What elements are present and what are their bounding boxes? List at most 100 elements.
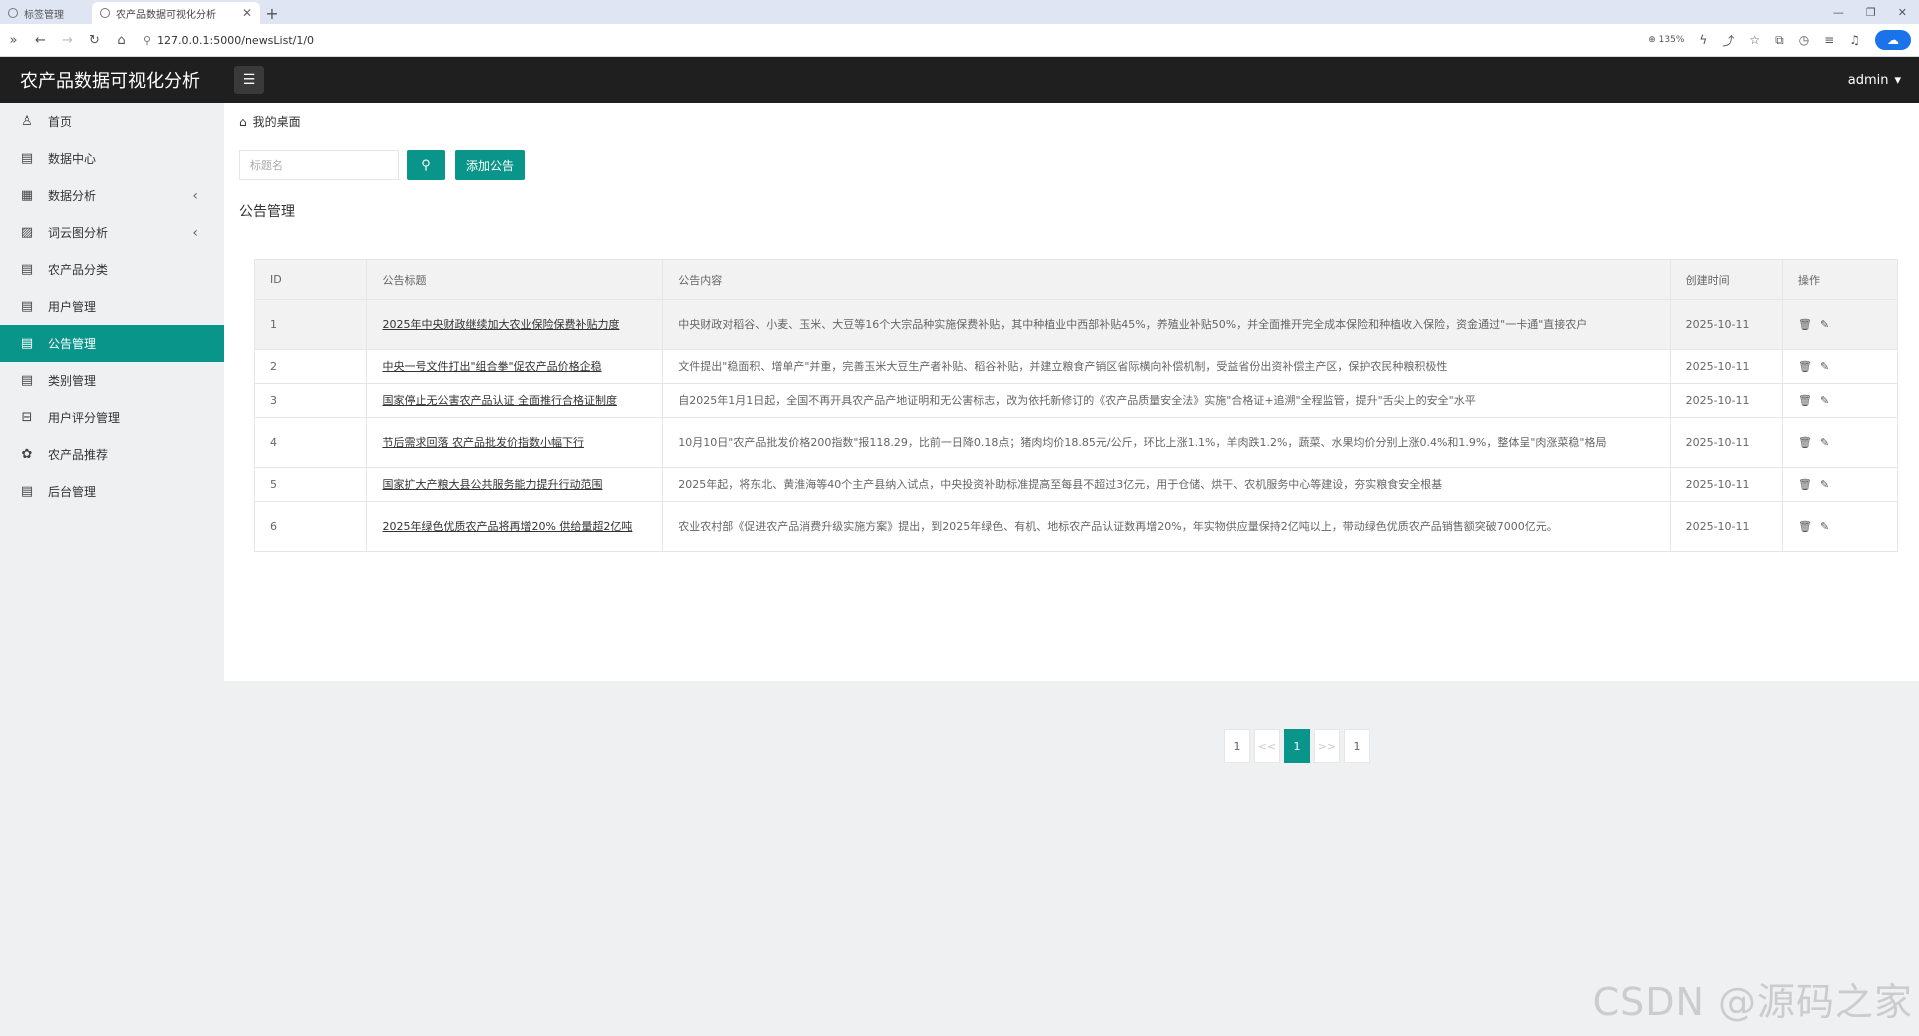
column-header-id: ID [253,259,368,300]
cell-id: 3 [253,383,368,418]
plant-icon: ✿ [21,447,33,462]
sidebar-item-label: 农产品推荐 [48,448,109,462]
tab-favicon-icon [100,8,110,18]
forward-icon[interactable]: → [54,33,81,48]
cell-date: 2025-10-11 [1669,417,1784,468]
menu-icon[interactable]: ≡ [1824,33,1834,47]
menu-toggle-button[interactable]: ☰ [234,66,264,94]
user-menu[interactable]: admin ▾ [1848,73,1901,88]
page-last-button[interactable]: 1 [1344,729,1370,763]
sidebar-item-data-center[interactable]: ▤ 数据中心 [0,140,224,177]
table-header-row: ID 公告标题 公告内容 创建时间 操作 [253,259,1898,300]
history-icon[interactable]: ◷ [1799,33,1809,47]
sidebar-item-rating-management[interactable]: ⊟ 用户评分管理 [0,399,224,436]
cell-content: 10月10日"农产品批发价格200指数"报118.29，比前一日降0.18点；猪… [662,417,1671,468]
delete-icon[interactable]: 🗑 [1798,315,1812,335]
chevron-left-icon: ‹ [192,224,198,241]
sidebar-item-label: 农产品分类 [48,263,109,277]
table-row: 3 国家停止无公害农产品认证 全面推行合格证制度 自2025年1月1日起，全国不… [253,383,1898,418]
tab-favicon-icon [8,8,18,18]
reload-icon[interactable]: ↻ [81,33,108,48]
sidebar-item-category-management[interactable]: ▤ 类别管理 [0,362,224,399]
notice-title-link[interactable]: 2025年中央财政继续加大农业保险保费补贴力度 [382,318,619,331]
document-icon: ▤ [20,262,34,277]
home-icon[interactable]: ⌂ [239,115,247,129]
back-icon[interactable]: ← [27,33,54,48]
close-window-icon[interactable]: ✕ [1898,6,1907,19]
sidebar-toggle-icon[interactable]: » [0,33,27,48]
app-header: 农产品数据可视化分析 ☰ admin ▾ [0,57,1919,103]
notification-icon[interactable]: ♫ [1849,33,1860,47]
search-icon: ⚲ [421,157,431,172]
zoom-indicator[interactable]: ⊕ 135% [1648,35,1684,45]
lightning-icon[interactable]: ϟ [1699,33,1707,47]
page-prev-button[interactable]: << [1254,729,1280,763]
sidebar-item-home[interactable]: ♙ 首页 [0,103,224,140]
sidebar-item-notice-management[interactable]: ▤ 公告管理 [0,325,224,362]
chevron-left-icon: ‹ [192,187,198,204]
notice-title-link[interactable]: 中央一号文件打出"组合拳"促农产品价格企稳 [382,360,601,373]
sidebar-item-admin[interactable]: ▤ 后台管理 [0,473,224,510]
cell-title: 国家扩大产粮大县公共服务能力提升行动范围 [366,467,664,502]
close-tab-icon[interactable]: ✕ [242,6,252,20]
sidebar-item-recommendation[interactable]: ✿ 农产品推荐 [0,436,224,473]
notice-title-link[interactable]: 国家停止无公害农产品认证 全面推行合格证制度 [382,394,617,407]
notice-title-link[interactable]: 2025年绿色优质农产品将再增20% 供给量超2亿吨 [382,520,632,533]
image-icon: ▨ [20,225,34,240]
cell-date: 2025-10-11 [1669,501,1784,552]
page-current-button[interactable]: 1 [1284,729,1310,763]
edit-icon[interactable]: ✎ [1820,357,1829,377]
edit-icon[interactable]: ✎ [1820,517,1829,537]
notice-table: ID 公告标题 公告内容 创建时间 操作 1 2025年中央财政继续加大农业保险… [253,259,1898,552]
browser-tab-0[interactable]: 标签管理 [0,2,92,24]
cell-date: 2025-10-11 [1669,467,1784,502]
sidebar-item-label: 词云图分析 [48,226,109,240]
sidebar-item-wordcloud[interactable]: ▨ 词云图分析 ‹ [0,214,224,251]
cloud-icon[interactable]: ☁ [1875,30,1911,50]
search-icon: ⚲ [143,33,152,47]
page-first-button[interactable]: 1 [1224,729,1250,763]
document-icon: ▤ [20,151,34,166]
delete-icon[interactable]: 🗑 [1798,475,1812,495]
breadcrumb-label[interactable]: 我的桌面 [253,113,301,130]
browser-tab-label: 农产品数据可视化分析 [116,9,216,21]
sidebar-item-product-category[interactable]: ▤ 农产品分类 [0,251,224,288]
browser-tab-1[interactable]: 农产品数据可视化分析 ✕ [92,2,260,24]
delete-icon[interactable]: 🗑 [1798,433,1812,453]
edit-icon[interactable]: ✎ [1820,475,1829,495]
breadcrumb: ⌂ 我的桌面 [239,113,301,130]
notice-title-link[interactable]: 国家扩大产粮大县公共服务能力提升行动范围 [382,478,602,491]
sidebar-item-label: 后台管理 [48,485,97,499]
edit-icon[interactable]: ✎ [1820,433,1829,453]
search-button[interactable]: ⚲ [407,150,445,180]
sidebar-item-data-analysis[interactable]: ▦ 数据分析 ‹ [0,177,224,214]
sidebar-item-label: 类别管理 [48,374,97,388]
cell-title: 国家停止无公害农产品认证 全面推行合格证制度 [366,383,664,418]
delete-icon[interactable]: 🗑 [1798,391,1812,411]
cell-title: 节后需求回落 农产品批发价指数小幅下行 [366,417,664,468]
extensions-icon[interactable]: ⧉ [1775,33,1784,48]
minimize-icon[interactable]: — [1833,6,1844,19]
browser-tab-bar: 标签管理 农产品数据可视化分析 ✕ + — ❐ ✕ [0,0,1919,24]
share-icon[interactable]: ⤴ [1722,32,1734,49]
star-icon[interactable]: ☆ [1749,33,1760,47]
sidebar-item-label: 用户管理 [48,300,97,314]
pagination: 1 << 1 >> 1 [1224,729,1370,763]
restore-icon[interactable]: ❐ [1866,6,1876,19]
page-next-button[interactable]: >> [1314,729,1340,763]
home-icon[interactable]: ⌂ [108,33,135,48]
title-search-input[interactable] [239,150,399,180]
url-field[interactable]: ⚲ 127.0.0.1:5000/newsList/1/0 [143,34,314,47]
edit-icon[interactable]: ✎ [1820,391,1829,411]
edit-icon[interactable]: ✎ [1820,315,1829,335]
sidebar-item-user-management[interactable]: ▤ 用户管理 [0,288,224,325]
delete-icon[interactable]: 🗑 [1798,517,1812,537]
column-header-title: 公告标题 [366,259,664,300]
new-tab-button[interactable]: + [260,2,284,24]
add-notice-button[interactable]: 添加公告 [455,150,525,180]
delete-icon[interactable]: 🗑 [1798,357,1812,377]
username: admin [1847,72,1889,88]
cell-id: 1 [253,299,368,350]
notice-title-link[interactable]: 节后需求回落 农产品批发价指数小幅下行 [382,436,584,449]
browser-toolbar-right: ⊕ 135% ϟ ⤴ ☆ ⧉ ◷ ≡ ♫ ☁ [1648,30,1919,50]
